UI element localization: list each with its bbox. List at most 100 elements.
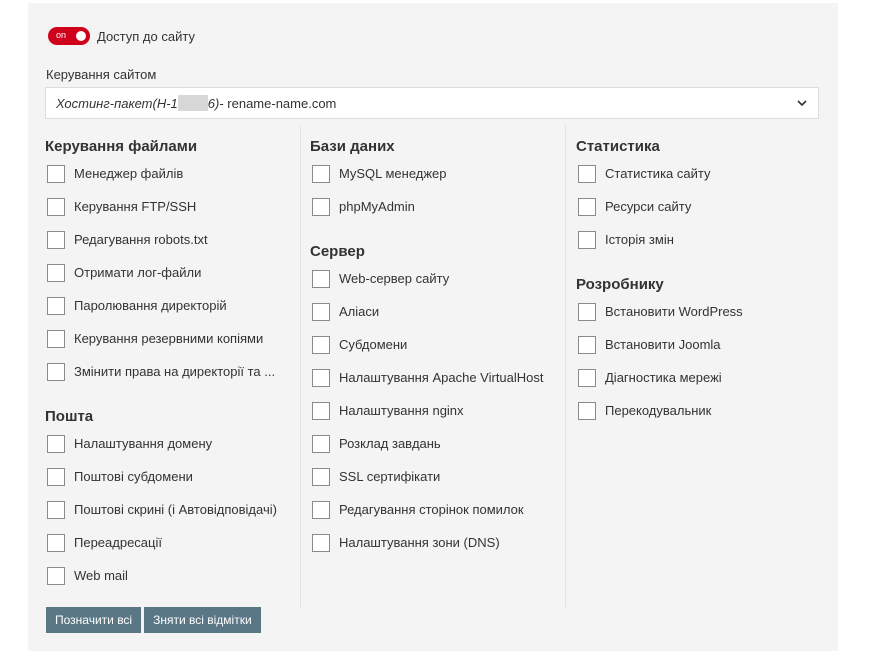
permission-item[interactable]: phpMyAdmin (310, 190, 565, 223)
permission-item[interactable]: Web mail (45, 559, 300, 592)
section-title: Бази даних (310, 138, 395, 155)
permission-checkbox[interactable] (47, 434, 65, 453)
permission-checkbox[interactable] (312, 302, 330, 321)
site-select[interactable]: Хостинг-пакет(Н-1 6) - rename-name.com (45, 87, 819, 119)
permission-item[interactable]: Змінити права на директорії та ... (45, 355, 300, 388)
permission-label: Розклад завдань (339, 436, 441, 451)
permission-checkbox[interactable] (47, 329, 65, 348)
permission-item[interactable]: Редагування robots.txt (45, 223, 300, 256)
select-all-button[interactable]: Позначити всі (46, 607, 142, 633)
permission-label: Паролювання директорій (74, 298, 227, 313)
permission-label: Керування FTP/SSH (74, 199, 197, 214)
permission-checkbox[interactable] (578, 368, 596, 387)
permission-label: Змінити права на директорії та ... (74, 364, 276, 379)
permission-item[interactable]: Встановити WordPress (576, 295, 831, 328)
permission-item[interactable]: MySQL менеджер (310, 157, 565, 190)
permission-item[interactable]: Налаштування Apache VirtualHost (310, 361, 565, 394)
permission-item[interactable]: Поштові скрині (і Автовідповідачі) (45, 493, 300, 526)
permission-label: Субдомени (339, 337, 408, 352)
permission-checkbox[interactable] (578, 335, 596, 354)
clear-all-button[interactable]: Зняти всі відмітки (144, 607, 261, 633)
permission-item[interactable]: Керування FTP/SSH (45, 190, 300, 223)
permission-checkbox[interactable] (47, 533, 65, 552)
permission-item[interactable]: Налаштування nginx (310, 394, 565, 427)
permission-item[interactable]: Паролювання директорій (45, 289, 300, 322)
permission-item[interactable]: Перекодувальник (576, 394, 831, 427)
permission-item[interactable]: Web-сервер сайту (310, 262, 565, 295)
permission-item[interactable]: Налаштування зони (DNS) (310, 526, 565, 559)
permission-label: Отримати лог-файли (74, 265, 202, 280)
permission-checkbox[interactable] (578, 230, 596, 249)
site-management-label: Керування сайтом (46, 67, 157, 82)
permission-label: Ресурси сайту (605, 199, 692, 214)
permission-checkbox[interactable] (47, 296, 65, 315)
permission-label: Налаштування nginx (339, 403, 464, 418)
permission-section: Пошта Налаштування домену Поштові субдомен… (45, 406, 300, 592)
permission-item[interactable]: Поштові субдомени (45, 460, 300, 493)
permissions-column-1: Керування файлами Менеджер файлів Керуванн… (45, 121, 300, 592)
permission-checkbox[interactable] (578, 197, 596, 216)
redacted-block (177, 95, 208, 111)
permission-label: Web mail (74, 568, 128, 583)
permission-label: Налаштування зони (DNS) (339, 535, 500, 550)
permission-item[interactable]: Налаштування домену (45, 427, 300, 460)
permission-checkbox[interactable] (312, 368, 330, 387)
permission-section: Сервер Web-сервер сайту Аліаси Субдомени Нал… (310, 241, 565, 559)
permission-item[interactable]: Розклад завдань (310, 427, 565, 460)
permission-item[interactable]: Ресурси сайту (576, 190, 831, 223)
permission-label: Поштові субдомени (74, 469, 193, 484)
permission-item[interactable]: Субдомени (310, 328, 565, 361)
permission-checkbox[interactable] (47, 263, 65, 282)
toggle-knob (76, 31, 86, 41)
permission-label: Поштові скрині (і Автовідповідачі) (74, 502, 277, 517)
permission-checkbox[interactable] (578, 401, 596, 420)
permission-item[interactable]: Керування резервними копіями (45, 322, 300, 355)
permission-item[interactable]: Діагностика мережі (576, 361, 831, 394)
permission-checkbox[interactable] (47, 197, 65, 216)
permission-item[interactable]: Історія змін (576, 223, 831, 256)
permission-item[interactable]: Статистика сайту (576, 157, 831, 190)
permission-item[interactable]: Отримати лог-файли (45, 256, 300, 289)
site-access-toggle[interactable]: on (48, 27, 90, 45)
permission-checkbox[interactable] (312, 500, 330, 519)
permission-checkbox[interactable] (47, 500, 65, 519)
permission-label: Редагування сторінок помилок (339, 502, 524, 517)
chevron-down-icon (797, 100, 807, 107)
permissions-column-2: Бази даних MySQL менеджер phpMyAdmin Сервер… (310, 121, 565, 559)
permission-label: Статистика сайту (605, 166, 711, 181)
permission-checkbox[interactable] (312, 467, 330, 486)
permission-item[interactable]: SSL сертифікати (310, 460, 565, 493)
permission-label: Web-сервер сайту (339, 271, 450, 286)
toggle-state-text: on (56, 30, 67, 40)
permission-item[interactable]: Встановити Joomla (576, 328, 831, 361)
permission-checkbox[interactable] (312, 533, 330, 552)
permission-item[interactable]: Редагування сторінок помилок (310, 493, 565, 526)
permission-checkbox[interactable] (312, 197, 330, 216)
permission-checkbox[interactable] (312, 401, 330, 420)
permission-label: SSL сертифікати (339, 469, 441, 484)
permission-label: Встановити Joomla (605, 337, 721, 352)
permission-label: Встановити WordPress (605, 304, 743, 319)
permission-checkbox[interactable] (312, 164, 330, 183)
permission-section: Керування файлами Менеджер файлів Керуванн… (45, 136, 300, 388)
permission-checkbox[interactable] (578, 164, 596, 183)
permission-checkbox[interactable] (47, 164, 65, 183)
permission-label: Менеджер файлів (74, 166, 184, 181)
permission-item[interactable]: Переадресації (45, 526, 300, 559)
permission-checkbox[interactable] (47, 467, 65, 486)
permission-checkbox[interactable] (312, 335, 330, 354)
permission-checkbox[interactable] (312, 269, 330, 288)
permission-checkbox[interactable] (47, 230, 65, 249)
permission-checkbox[interactable] (47, 566, 65, 585)
permission-checkbox[interactable] (47, 362, 65, 381)
site-select-suffix: - rename-name.com (219, 95, 337, 111)
column-divider (300, 125, 301, 607)
permission-checkbox[interactable] (578, 302, 596, 321)
permission-label: Перекодувальник (605, 403, 712, 418)
permission-label: Налаштування домену (74, 436, 213, 451)
permission-checkbox[interactable] (312, 434, 330, 453)
permission-label: phpMyAdmin (339, 199, 415, 214)
permission-item[interactable]: Аліаси (310, 295, 565, 328)
permission-item[interactable]: Менеджер файлів (45, 157, 300, 190)
bulk-actions: Позначити всі Зняти всі відмітки (46, 607, 264, 633)
